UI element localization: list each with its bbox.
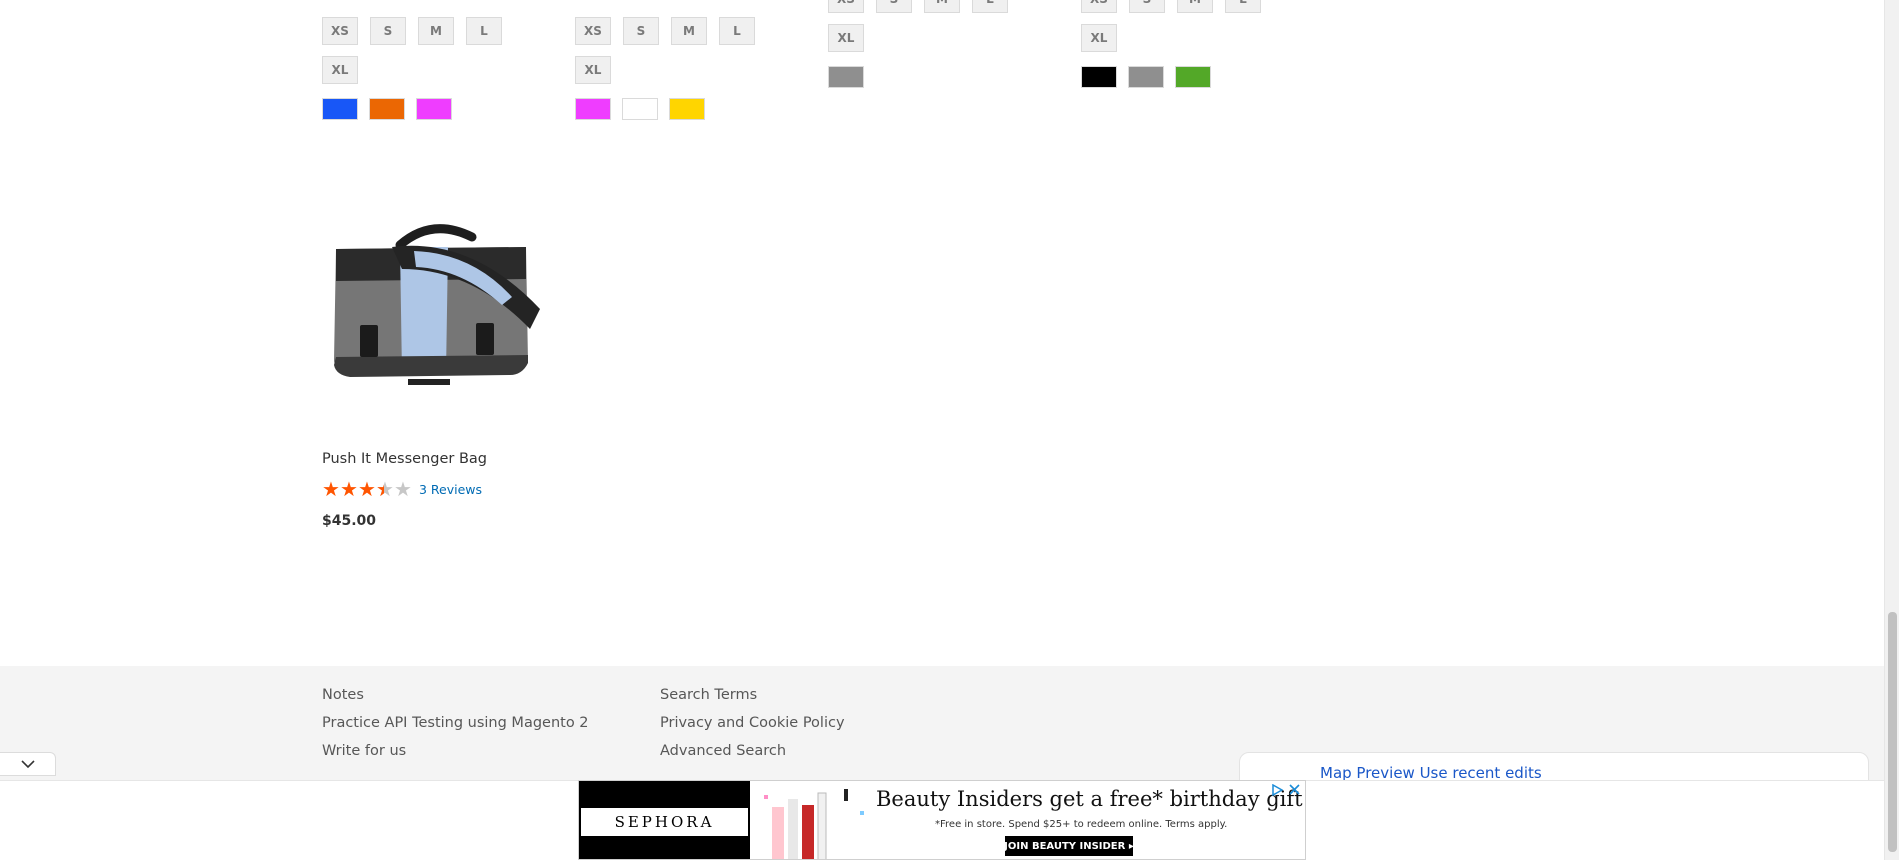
product-item: XS S M L XL — [828, 0, 1058, 88]
size-option-m[interactable]: M — [418, 17, 454, 45]
color-swatch[interactable] — [1081, 66, 1117, 88]
star-icon: ★ — [340, 477, 358, 501]
size-option-xs[interactable]: XS — [322, 17, 358, 45]
ad-controls — [1270, 782, 1302, 797]
ad-subtext: *Free in store. Spend $25+ to redeem onl… — [935, 819, 1228, 830]
star-icon: ★ — [376, 479, 394, 499]
size-option-xl[interactable]: XL — [1081, 24, 1117, 52]
color-swatches — [828, 66, 1058, 88]
footer-link-advanced-search[interactable]: Advanced Search — [660, 743, 845, 760]
size-option-xl[interactable]: XL — [575, 56, 611, 84]
adchoices-icon[interactable] — [1270, 782, 1285, 797]
star-icon: ★ — [394, 477, 412, 501]
footer-links-column: Notes Practice API Testing using Magento… — [322, 687, 589, 760]
footer-link-search-terms[interactable]: Search Terms — [660, 687, 845, 704]
footer-link-practice-api[interactable]: Practice API Testing using Magento 2 — [322, 715, 589, 732]
color-swatch[interactable] — [575, 98, 611, 120]
size-option-s[interactable]: S — [370, 17, 406, 45]
color-swatch[interactable] — [369, 98, 405, 120]
product-item: XS S M L XL — [322, 17, 552, 120]
product-item: XS S M L XL — [1081, 0, 1311, 88]
size-option-l[interactable]: L — [466, 17, 502, 45]
product-name-link[interactable]: Push It Messenger Bag — [322, 451, 487, 467]
size-options: XS S M L XL — [1081, 0, 1281, 52]
close-icon[interactable] — [1287, 782, 1302, 797]
color-swatch[interactable] — [1128, 66, 1164, 88]
footer-link-notes[interactable]: Notes — [322, 687, 589, 704]
ad-cta-button[interactable]: JOIN BEAUTY INSIDER ▸ — [1004, 836, 1134, 856]
size-option-l[interactable]: L — [719, 17, 755, 45]
ad-headline: Beauty Insiders get a free* birthday gif… — [876, 787, 1303, 811]
size-option-xl[interactable]: XL — [828, 24, 864, 52]
size-options: XS S M L XL — [828, 0, 1028, 52]
size-options: XS S M L XL — [575, 17, 775, 84]
chevron-down-icon — [20, 759, 35, 768]
color-swatch[interactable] — [622, 98, 658, 120]
color-swatch[interactable] — [1175, 66, 1211, 88]
ad-banner[interactable]: SEPHORA Beauty Insiders get a free* birt… — [578, 780, 1306, 860]
footer-link-write-for-us[interactable]: Write for us — [322, 743, 589, 760]
size-option-xs[interactable]: XS — [1081, 0, 1117, 13]
collapse-ad-button[interactable] — [0, 752, 56, 776]
size-option-xs[interactable]: XS — [828, 0, 864, 13]
color-swatches — [575, 98, 805, 120]
size-option-s[interactable]: S — [876, 0, 912, 13]
ad-product-image — [764, 789, 864, 859]
ad-brand-panel: SEPHORA — [579, 781, 750, 859]
product-rating: ★ ★ ★ ★ ★ 3 Reviews — [322, 479, 482, 499]
color-swatches — [322, 98, 552, 120]
size-option-m[interactable]: M — [671, 17, 707, 45]
footer-link-privacy[interactable]: Privacy and Cookie Policy — [660, 715, 845, 732]
star-icon: ★ — [358, 477, 376, 501]
size-option-s[interactable]: S — [623, 17, 659, 45]
size-option-m[interactable]: M — [1177, 0, 1213, 13]
size-option-l[interactable]: L — [972, 0, 1008, 13]
reviews-link[interactable]: 3 Reviews — [419, 482, 482, 497]
size-options: XS S M L XL — [322, 17, 522, 84]
size-option-xl[interactable]: XL — [322, 56, 358, 84]
product-image[interactable] — [322, 207, 542, 407]
footer-links-column: Search Terms Privacy and Cookie Policy A… — [660, 687, 845, 760]
size-option-l[interactable]: L — [1225, 0, 1261, 13]
color-swatch[interactable] — [669, 98, 705, 120]
star-icon: ★ — [322, 477, 340, 501]
size-option-xs[interactable]: XS — [575, 17, 611, 45]
rating-stars: ★ ★ ★ ★ ★ — [322, 477, 412, 501]
scrollbar-thumb[interactable] — [1888, 612, 1897, 852]
color-swatch[interactable] — [828, 66, 864, 88]
color-swatches — [1081, 66, 1311, 88]
ad-brand-logo: SEPHORA — [614, 813, 715, 831]
product-item: XS S M L XL — [575, 17, 805, 120]
size-option-s[interactable]: S — [1129, 0, 1165, 13]
page-scrollbar[interactable] — [1884, 0, 1899, 860]
ad-brand-box: SEPHORA — [581, 808, 748, 836]
size-option-m[interactable]: M — [924, 0, 960, 13]
product-price: $45.00 — [322, 513, 377, 529]
color-swatch[interactable] — [416, 98, 452, 120]
color-swatch[interactable] — [322, 98, 358, 120]
